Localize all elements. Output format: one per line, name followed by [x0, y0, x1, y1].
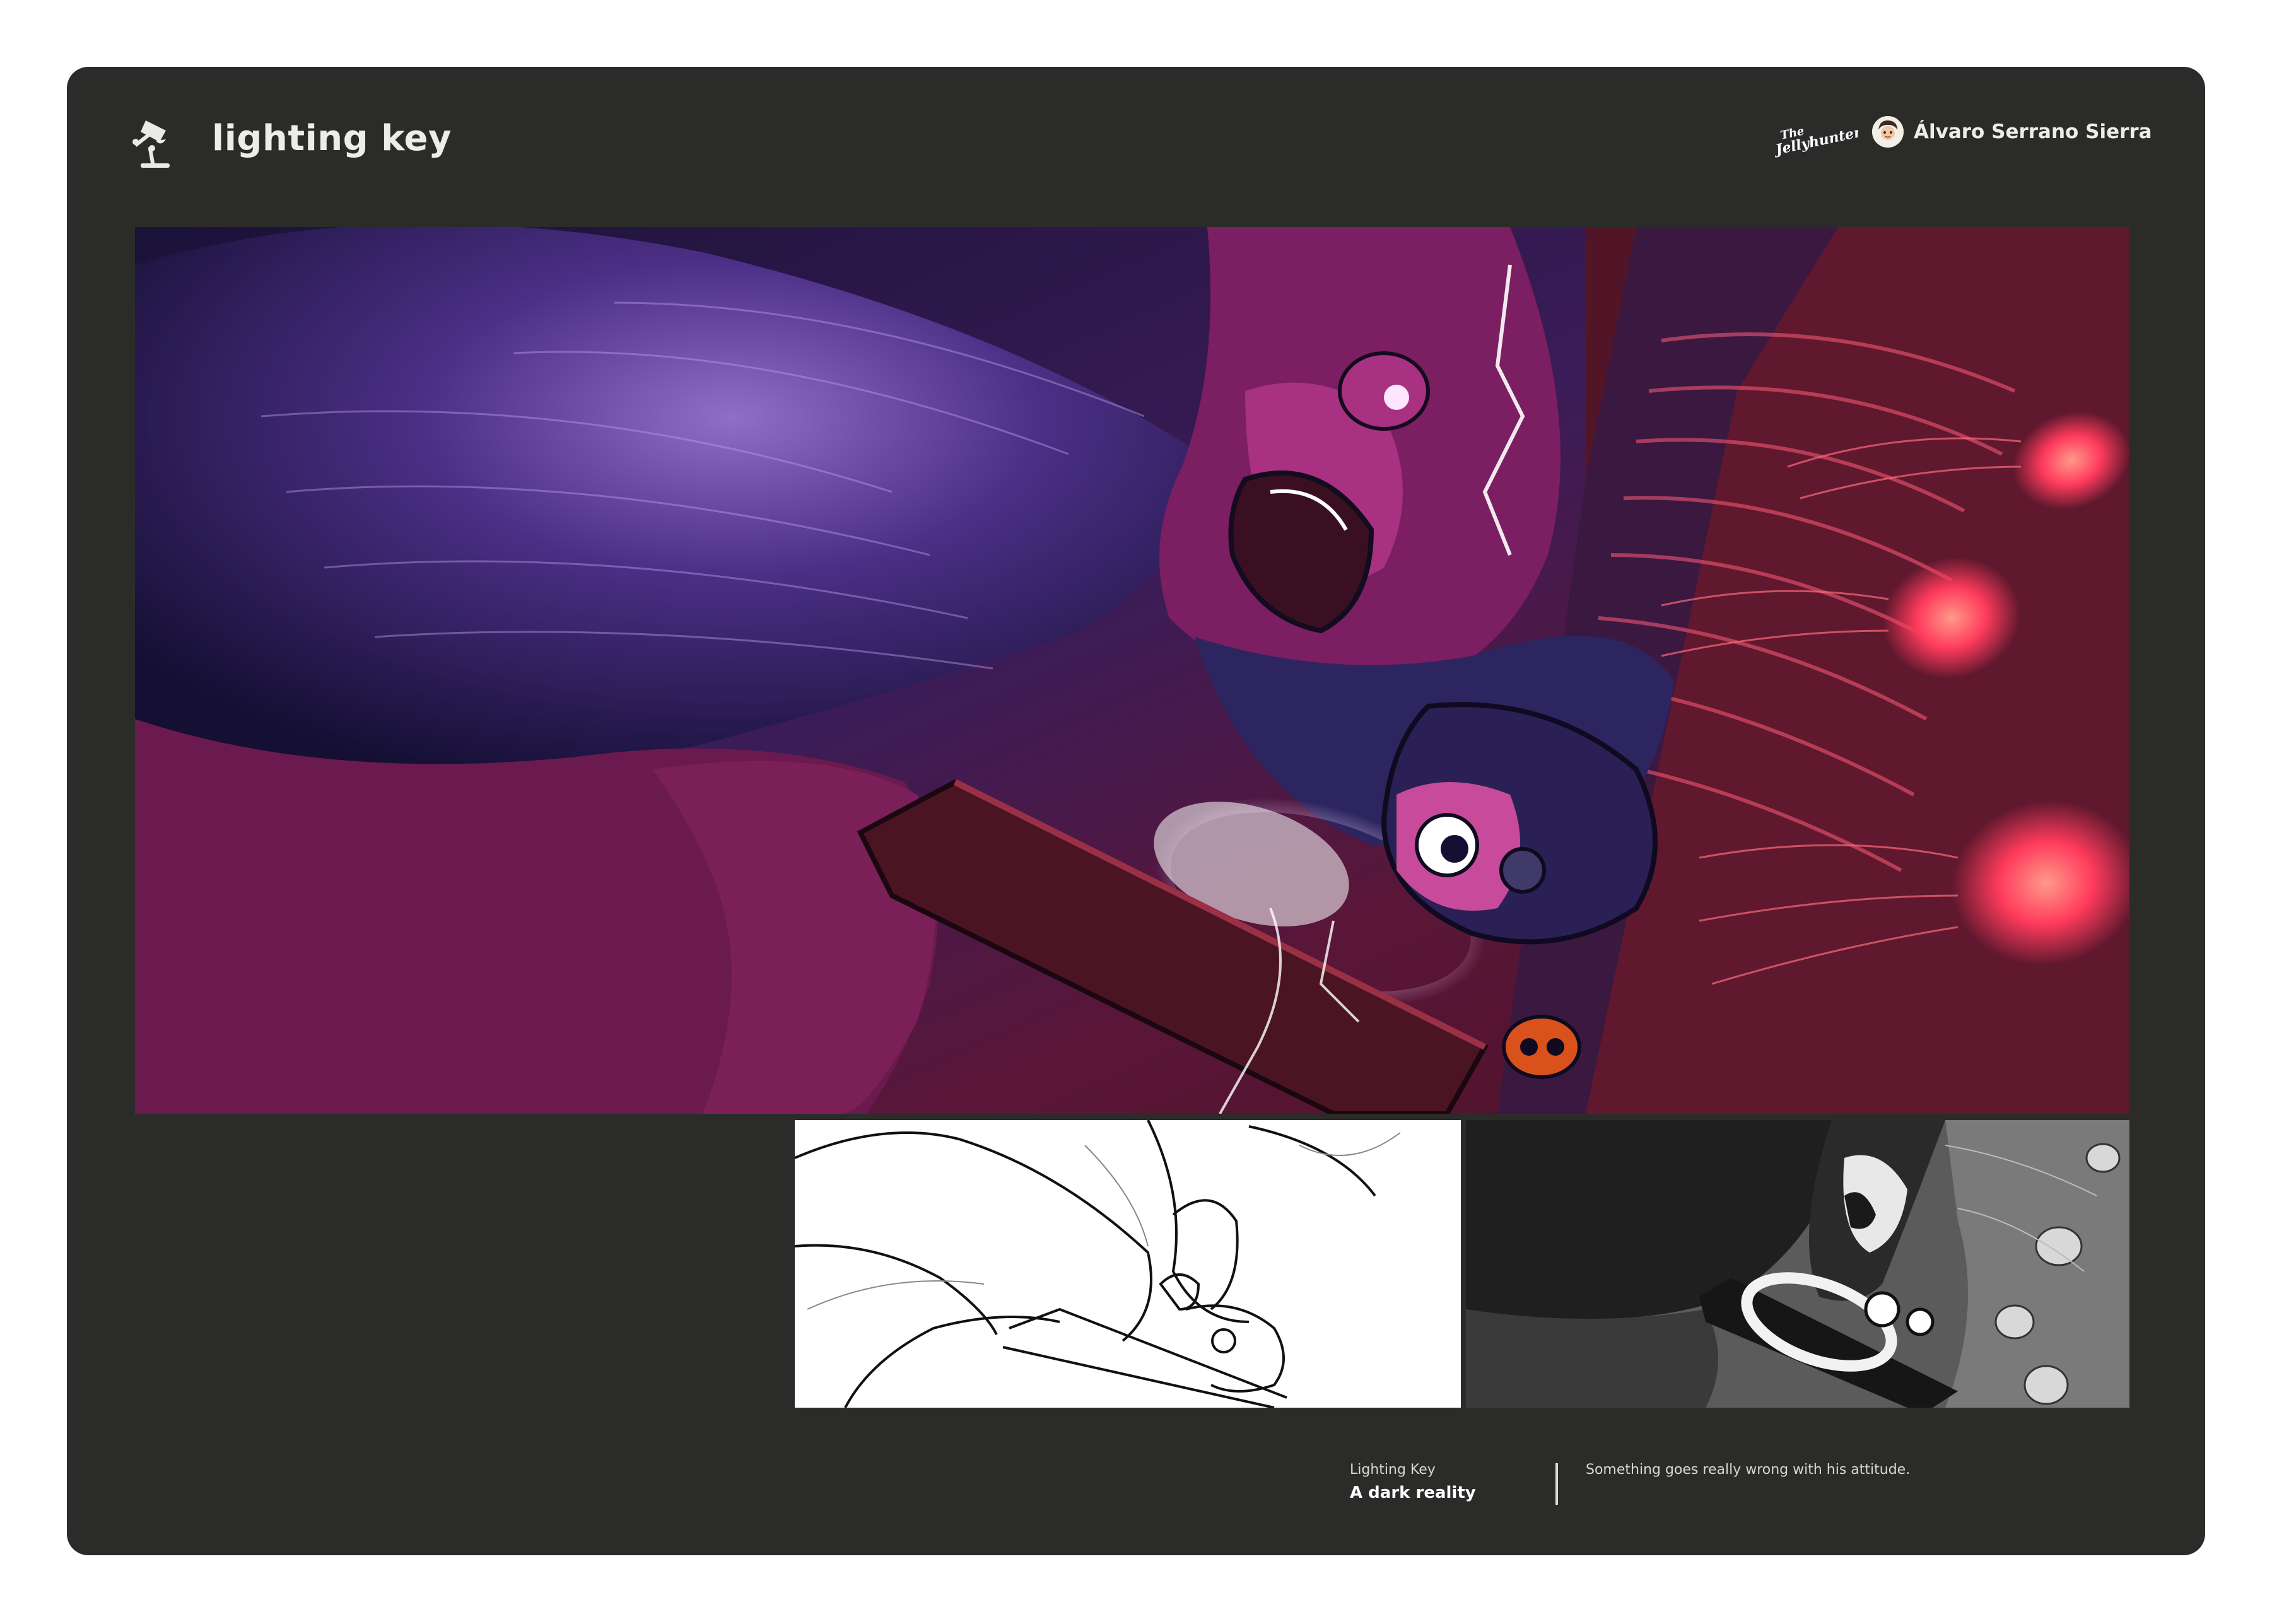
- lineart-sketch: [795, 1120, 1461, 1408]
- author-name: Álvaro Serrano Sierra: [1914, 120, 2152, 143]
- greyscale-value-study: [1466, 1120, 2129, 1408]
- caption-divider: [1555, 1463, 1558, 1505]
- the-jellyhunters-logo: The Jellyhunters: [1770, 114, 1858, 158]
- lighting-key-artwork: [135, 227, 2129, 1114]
- caption-description: Something goes really wrong with his att…: [1586, 1462, 1911, 1478]
- slide-card: lighting key The Jellyhunters Álvaro Ser…: [67, 67, 2205, 1555]
- caption-kicker: Lighting Key: [1350, 1462, 1436, 1478]
- page-title: lighting key: [212, 118, 452, 159]
- desk-lamp-icon: [127, 114, 184, 171]
- caption-title: A dark reality: [1350, 1483, 1476, 1502]
- author-avatar: [1872, 116, 1904, 148]
